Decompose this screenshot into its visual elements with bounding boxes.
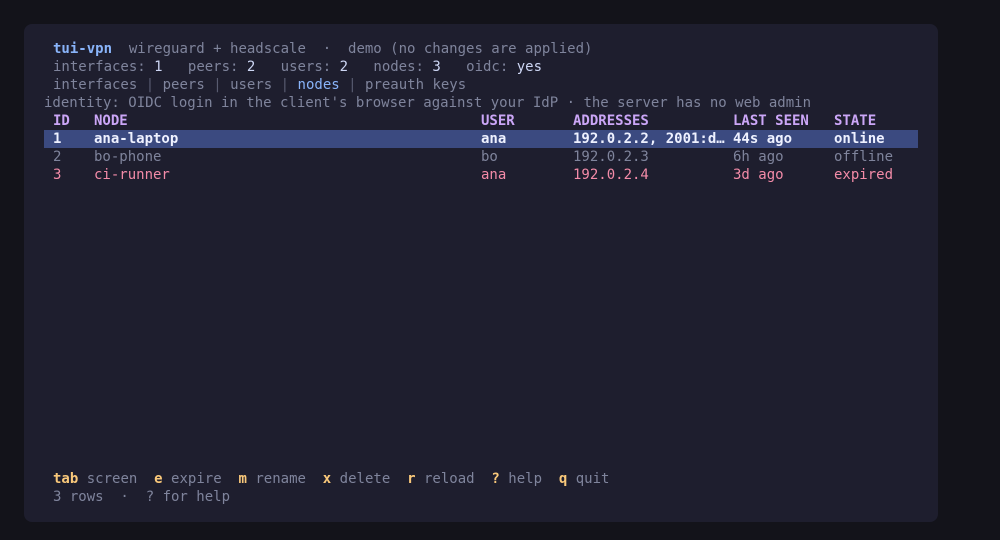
cell-node: ci-runner [94,167,170,183]
cell-state: offline [834,149,894,165]
cell-state: online [834,131,885,147]
key-label-help: help [508,471,543,487]
key-label-reload: reload [423,471,475,487]
key-m[interactable]: m [238,471,246,487]
tab-separator: | [280,77,290,93]
key-label-expire: expire [171,471,222,487]
cell-user: ana [481,131,507,147]
tab-bar: interfaces | peers | users | nodes | pre… [53,76,466,94]
cell-id: 3 [53,167,62,183]
table-row[interactable]: 2 bo-phone bo 192.0.2.3 6h ago offline [44,148,918,166]
key-help[interactable]: ? [491,471,499,487]
table-header: ID NODE USER ADDRESSES LAST SEEN STATE [44,112,918,130]
column-header-last-seen: LAST SEEN [733,113,809,129]
app-title: tui-vpn [53,41,113,57]
column-header-user: USER [481,113,515,129]
title-bar: tui-vpn wireguard + headscale · demo (no… [53,40,592,58]
cell-addresses: 192.0.2.3 [573,149,649,165]
key-q[interactable]: q [559,471,567,487]
identity-note: identity: OIDC login in the client's bro… [44,95,812,111]
tab-separator: | [213,77,222,93]
key-label-delete: delete [339,471,391,487]
stat-value-nodes: 3 [432,59,441,75]
stat-value-peers: 2 [246,59,256,75]
cell-id: 1 [53,131,62,147]
column-header-addresses: ADDRESSES [573,113,649,129]
cell-node: ana-laptop [94,131,179,147]
tab-peers[interactable]: peers [163,77,205,93]
tab-separator: | [145,77,155,93]
table-row[interactable]: 1 ana-laptop ana 192.0.2.2, 2001:d… 44s … [44,130,918,148]
tab-nodes[interactable]: nodes [298,77,340,93]
cell-user: bo [481,149,498,165]
key-label-rename: rename [255,471,306,487]
cell-last-seen: 3d ago [733,167,784,183]
stats-bar: interfaces: 1 peers: 2 users: 2 nodes: 3… [53,58,542,76]
cell-state: expired [834,167,894,183]
table-row[interactable]: 3 ci-runner ana 192.0.2.4 3d ago expired [44,166,918,184]
key-r[interactable]: r [407,471,415,487]
stat-label-oidc: oidc: [466,59,509,75]
cell-user: ana [481,167,507,183]
cell-last-seen: 44s ago [733,131,793,147]
stat-value-interfaces: 1 [154,59,163,75]
status-line: 3 rows · ? for help [53,489,231,505]
stat-label-peers: peers: [187,59,239,75]
cell-addresses: 192.0.2.2, 2001:d… [573,131,725,147]
cell-node: bo-phone [94,149,162,165]
key-e[interactable]: e [154,471,162,487]
tab-interfaces[interactable]: interfaces [53,77,137,93]
stat-label-nodes: nodes: [373,59,424,75]
stat-value-oidc: yes [516,59,543,75]
stat-label-users: users: [280,59,332,75]
column-header-id: ID [53,113,70,129]
key-x[interactable]: x [323,471,331,487]
key-tab[interactable]: tab [53,471,78,487]
cell-addresses: 192.0.2.4 [573,167,649,183]
key-label-quit: quit [575,471,610,487]
tab-separator: | [348,77,357,93]
keybindings-bar: tab screen e expire m rename x delete r … [53,470,609,488]
column-header-state: STATE [834,113,877,129]
stat-label-interfaces: interfaces: [53,59,146,75]
column-header-node: NODE [94,113,128,129]
key-label-screen: screen [86,471,138,487]
app-subtitle: wireguard + headscale · demo (no changes… [128,41,593,57]
stat-value-users: 2 [339,59,349,75]
tab-preauth-keys[interactable]: preauth keys [365,77,466,93]
cell-last-seen: 6h ago [733,149,784,165]
tab-users[interactable]: users [230,77,272,93]
terminal-window: tui-vpn wireguard + headscale · demo (no… [24,24,938,522]
cell-id: 2 [53,149,62,165]
